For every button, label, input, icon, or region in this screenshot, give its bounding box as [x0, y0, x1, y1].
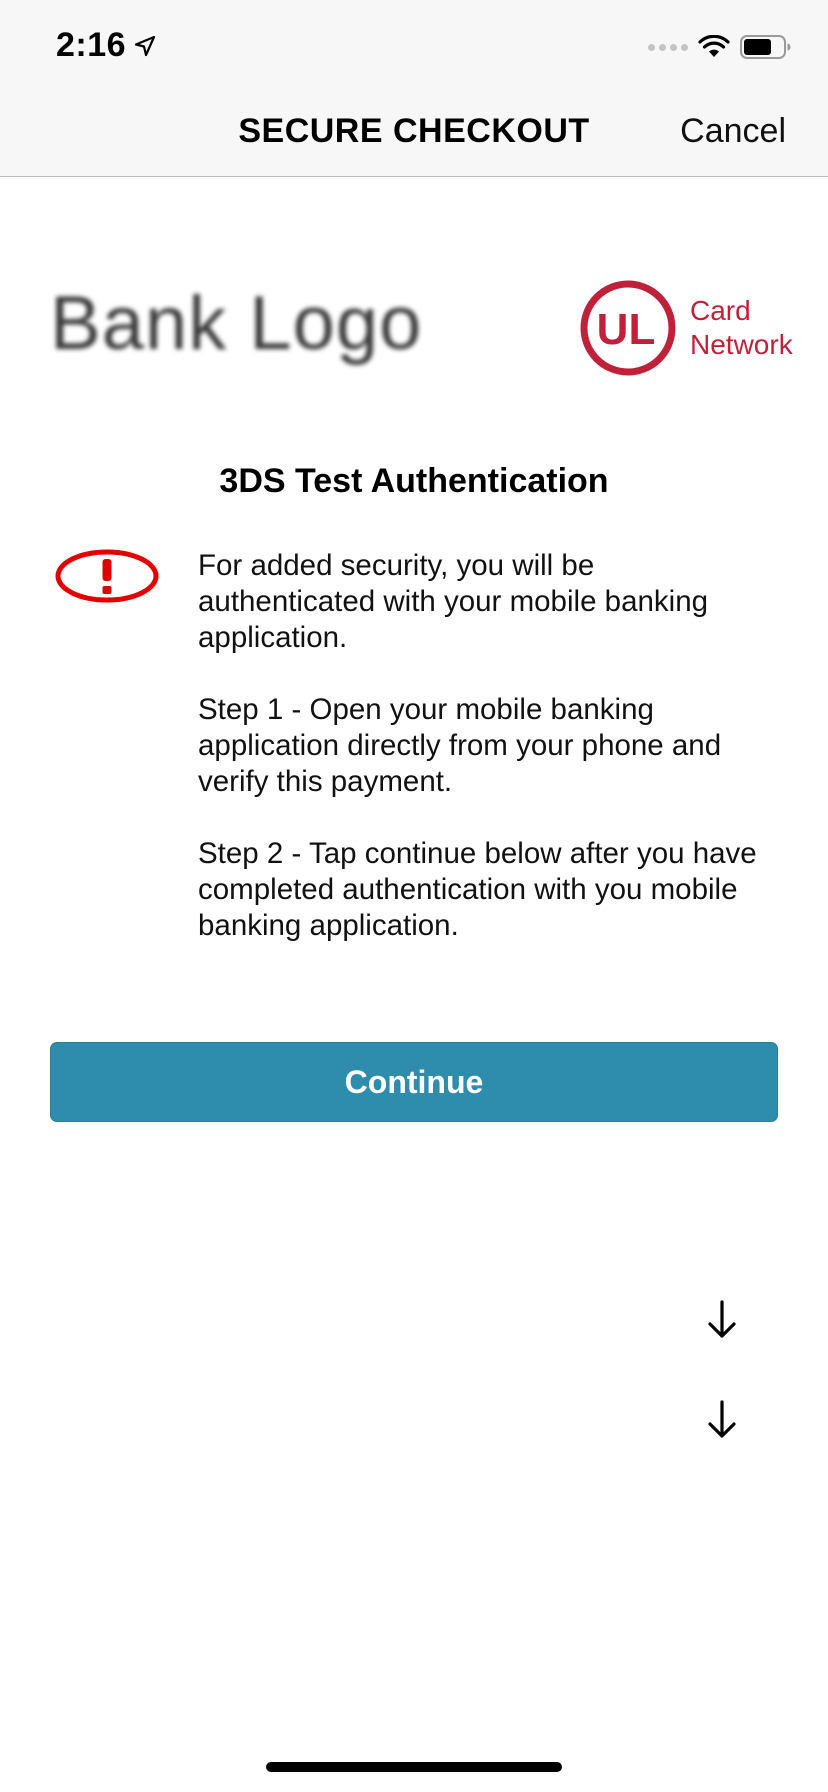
exclamation-alert-icon [55, 549, 159, 603]
signal-dots-icon [648, 43, 688, 51]
bank-logo: Bank Logo [50, 281, 423, 366]
card-network-text: Card Network [690, 294, 793, 362]
cancel-button[interactable]: Cancel [680, 112, 786, 151]
continue-button[interactable]: Continue [50, 1042, 778, 1122]
status-time: 2:16 [56, 26, 127, 64]
location-arrow-icon [134, 35, 156, 56]
down-arrow-icon [708, 1300, 736, 1338]
nav-bar: SECURE CHECKOUT Cancel [0, 96, 828, 177]
status-indicators [648, 34, 792, 60]
battery-icon [740, 35, 791, 59]
card-network-line1: Card [690, 295, 751, 326]
instruction-intro: For added security, you will be authenti… [198, 549, 709, 654]
card-network-logo: UL Card Network [580, 280, 793, 376]
auth-title: 3DS Test Authentication [219, 462, 609, 500]
ul-logo-icon: UL [580, 280, 676, 376]
down-arrow-icon [708, 1400, 736, 1438]
status-time-group: 2:16 [56, 26, 156, 65]
instruction-step-1: Step 1 - Open your mobile banking applic… [198, 693, 722, 798]
card-network-line2: Network [690, 329, 793, 360]
instruction-step-2: Step 2 - Tap continue below after you ha… [198, 837, 757, 942]
status-bar: 2:16 [0, 0, 828, 96]
wifi-icon [698, 35, 730, 57]
home-indicator[interactable] [266, 1762, 562, 1772]
auth-instructions: For added security, you will be authenti… [198, 548, 778, 980]
network-mark: UL [597, 305, 656, 354]
